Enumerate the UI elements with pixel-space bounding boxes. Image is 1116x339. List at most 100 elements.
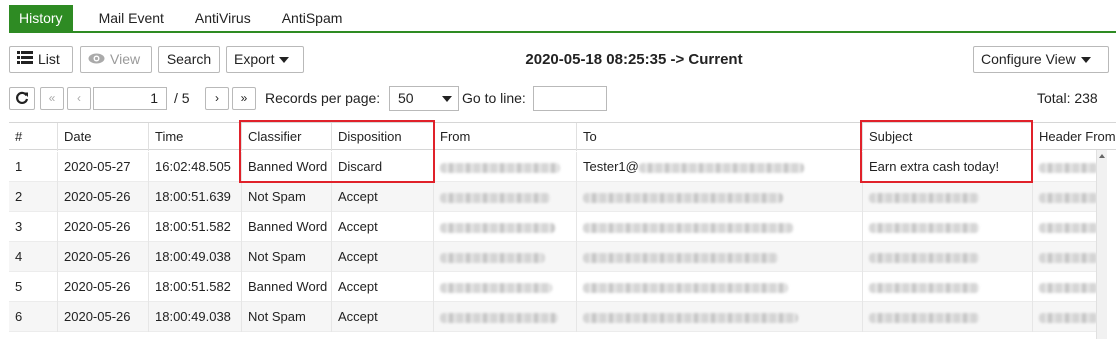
cell-subject	[862, 242, 1032, 272]
col-header-date[interactable]: Date	[57, 123, 148, 151]
total-pages: / 5	[174, 90, 190, 106]
cell-from	[433, 212, 576, 242]
cell-disposition: Accept	[331, 302, 433, 332]
cell-text: 18:00:49.038	[155, 249, 231, 264]
cell-subject: Earn extra cash today!	[862, 152, 1032, 182]
redacted-text	[440, 312, 558, 323]
cell-text: Accept	[338, 189, 378, 204]
go-to-line-label: Go to line:	[462, 90, 526, 106]
col-header-time[interactable]: Time	[148, 123, 241, 151]
table-row[interactable]: 6 2020-05-26 18:00:49.038 Not Spam Accept	[9, 302, 1104, 332]
redacted-text	[440, 192, 550, 203]
col-header-disposition[interactable]: Disposition	[331, 123, 433, 151]
last-page-button[interactable]: »	[232, 87, 256, 110]
cell-disposition: Discard	[331, 152, 433, 182]
redacted-text	[1039, 282, 1099, 293]
cell-text: Tester1@	[583, 159, 639, 174]
redacted-text	[869, 222, 979, 233]
cell-time: 16:02:48.505	[148, 152, 241, 182]
cell-text: 18:00:49.038	[155, 309, 231, 324]
cell-date: 2020-05-27	[57, 152, 148, 182]
cell-text: Banned Word	[248, 279, 328, 294]
cell-text: Not Spam	[248, 249, 306, 264]
cell-subject	[862, 302, 1032, 332]
cell-text: 3	[15, 219, 23, 234]
cell-text: Earn extra cash today!	[869, 159, 1000, 174]
table-row[interactable]: 5 2020-05-26 18:00:51.582 Banned Word Accept	[9, 272, 1104, 302]
page-input[interactable]: 1	[93, 87, 167, 110]
col-header-from[interactable]: From	[433, 123, 576, 151]
col-header-classifier[interactable]: Classifier	[241, 123, 331, 151]
cell-header-from	[1032, 212, 1104, 242]
cell-num: 2	[9, 182, 57, 212]
col-header-header-from[interactable]: Header From	[1032, 123, 1116, 151]
tab-antispam[interactable]: AntiSpam	[272, 5, 353, 32]
next-page-icon: ›	[215, 91, 219, 105]
redacted-text	[440, 282, 552, 293]
col-header-subject[interactable]: Subject	[862, 123, 1032, 151]
cell-from	[433, 272, 576, 302]
refresh-button[interactable]	[9, 87, 35, 110]
cell-text: 1	[15, 159, 23, 174]
cell-text: 2020-05-26	[64, 249, 131, 264]
cell-from	[433, 182, 576, 212]
configure-view-button[interactable]: Configure View	[973, 46, 1109, 73]
cell-text: 5	[15, 279, 23, 294]
table-row[interactable]: 2 2020-05-26 18:00:51.639 Not Spam Accept	[9, 182, 1104, 212]
cell-time: 18:00:49.038	[148, 242, 241, 272]
cell-subject	[862, 212, 1032, 242]
redacted-text	[583, 192, 783, 203]
go-to-line-input[interactable]	[533, 86, 607, 111]
next-page-button[interactable]: ›	[205, 87, 229, 110]
redacted-text	[869, 282, 979, 293]
cell-num: 4	[9, 242, 57, 272]
col-header-to[interactable]: To	[576, 123, 862, 151]
tab-antivirus[interactable]: AntiVirus	[185, 5, 261, 32]
cell-text: Discard	[338, 159, 383, 174]
last-page-icon: »	[240, 91, 248, 105]
table-row[interactable]: 1 2020-05-27 16:02:48.505 Banned Word Discar…	[9, 152, 1104, 182]
table-row[interactable]: 4 2020-05-26 18:00:49.038 Not Spam Accept	[9, 242, 1104, 272]
date-range-title: 2020-05-18 08:25:35 -> Current	[525, 51, 743, 68]
cell-classifier: Not Spam	[241, 242, 331, 272]
cell-date: 2020-05-26	[57, 272, 148, 302]
cell-disposition: Accept	[331, 272, 433, 302]
tab-history[interactable]: History	[9, 5, 73, 32]
redacted-text	[583, 282, 788, 293]
cell-header-from	[1032, 182, 1104, 212]
cell-text: 18:00:51.639	[155, 189, 231, 204]
cell-disposition: Accept	[331, 242, 433, 272]
total-count: Total: 238	[1037, 90, 1098, 106]
table-header: # Date Time Classifier Disposition From …	[9, 122, 1116, 151]
cell-text: 2020-05-26	[64, 279, 131, 294]
cell-time: 18:00:51.582	[148, 272, 241, 302]
redacted-text	[1039, 312, 1099, 323]
cell-from	[433, 152, 576, 182]
cell-text: 4	[15, 249, 23, 264]
vertical-scrollbar[interactable]	[1096, 150, 1107, 339]
cell-classifier: Not Spam	[241, 182, 331, 212]
first-page-icon: «	[48, 91, 56, 105]
cell-subject	[862, 272, 1032, 302]
cell-to	[576, 242, 862, 272]
records-per-page-value: 50	[398, 90, 414, 106]
redacted-text	[440, 222, 555, 233]
cell-classifier: Banned Word	[241, 152, 331, 182]
table-row[interactable]: 3 2020-05-26 18:00:51.582 Banned Word Accept	[9, 212, 1104, 242]
cell-date: 2020-05-26	[57, 182, 148, 212]
cell-num: 1	[9, 152, 57, 182]
cell-num: 3	[9, 212, 57, 242]
records-per-page-select[interactable]: 50	[389, 86, 459, 111]
redacted-text	[1039, 252, 1099, 263]
prev-page-button[interactable]: ‹	[67, 87, 91, 110]
cell-text: 18:00:51.582	[155, 279, 231, 294]
redacted-text	[583, 222, 793, 233]
cell-to	[576, 212, 862, 242]
tab-mail-event[interactable]: Mail Event	[89, 5, 174, 32]
cell-text: 2	[15, 189, 23, 204]
redacted-text	[869, 312, 979, 323]
first-page-button[interactable]: «	[40, 87, 64, 110]
cell-subject	[862, 182, 1032, 212]
col-header-num[interactable]: #	[9, 123, 57, 151]
cell-date: 2020-05-26	[57, 242, 148, 272]
